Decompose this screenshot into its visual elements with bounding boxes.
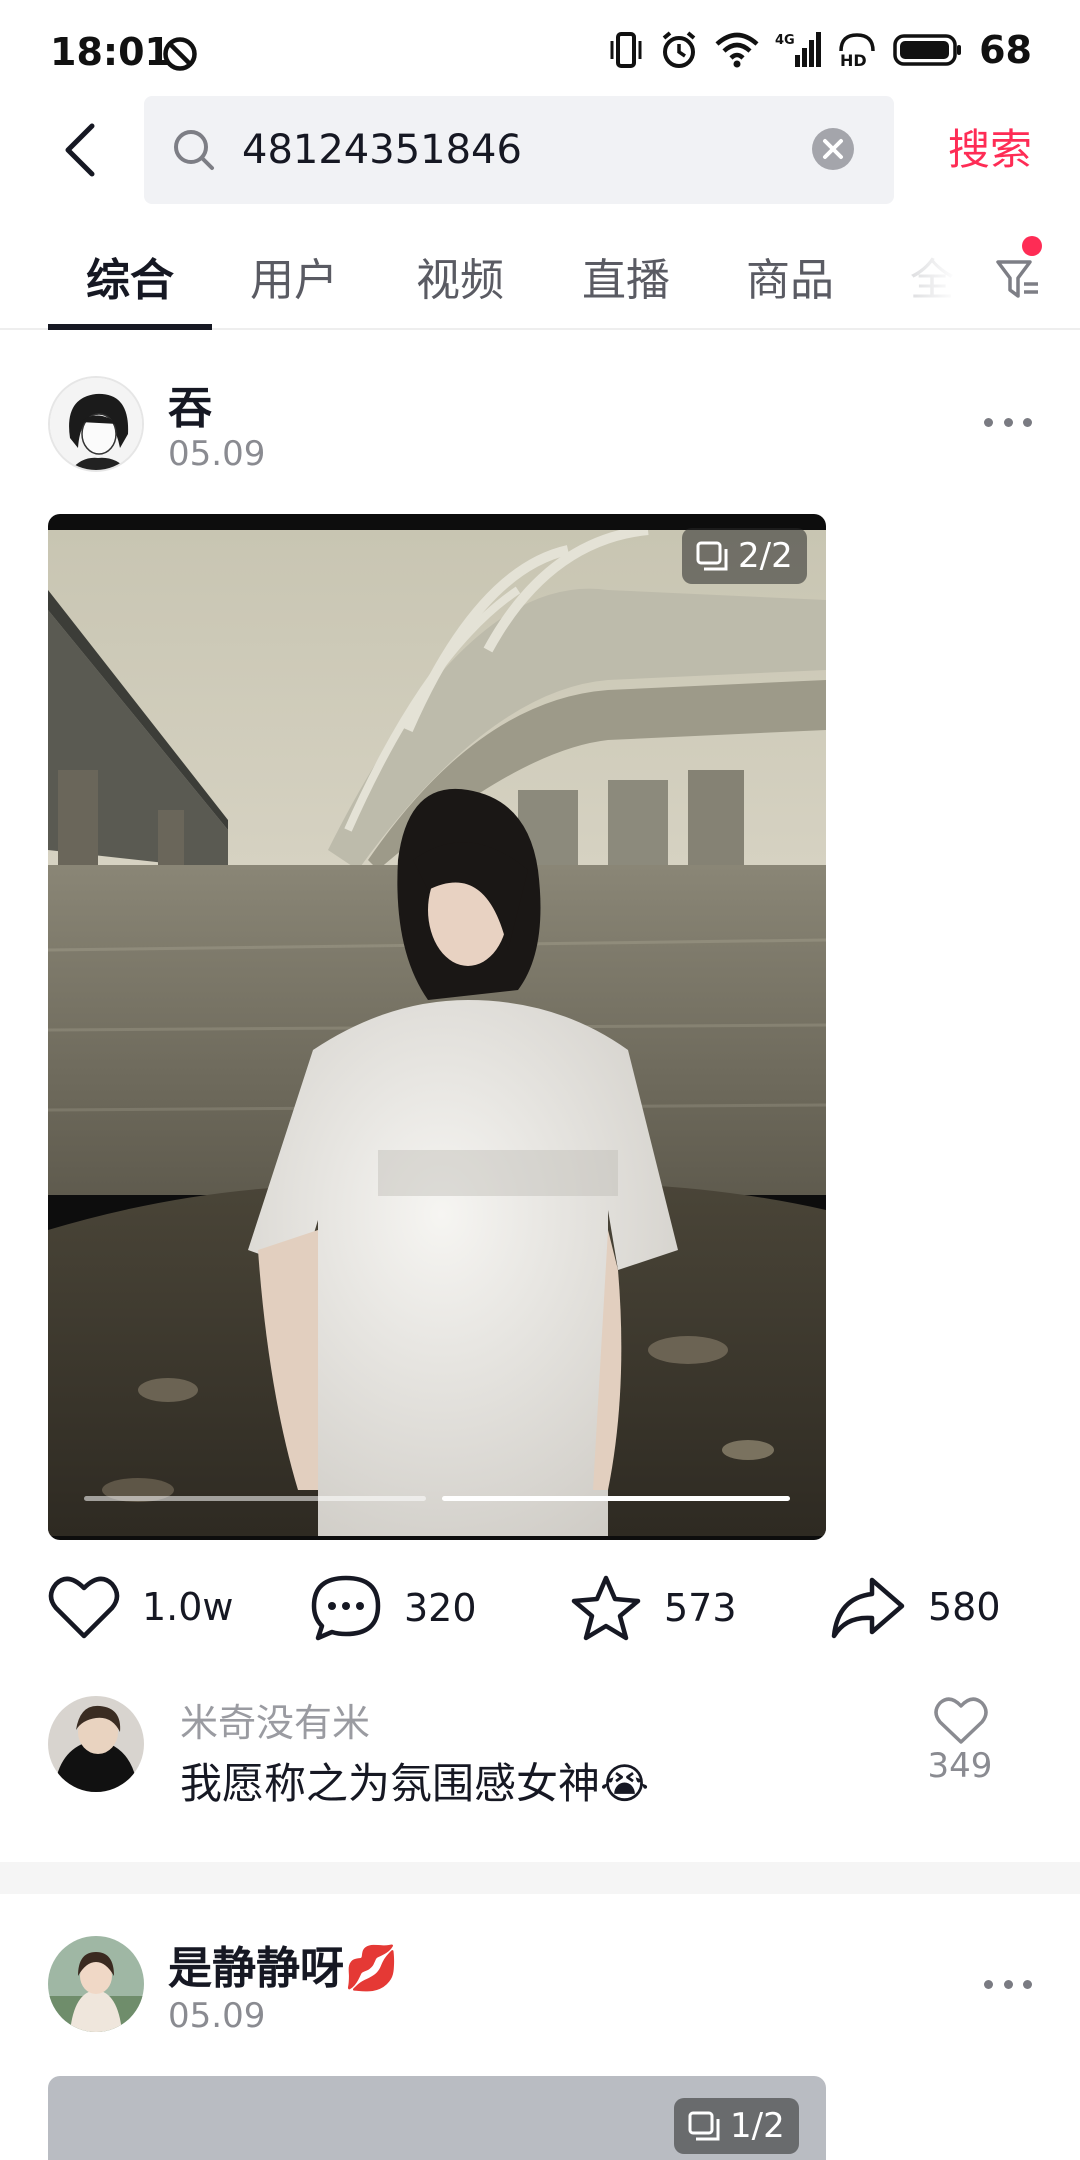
post-date: 05.09 xyxy=(168,434,266,474)
page-indicator: 2/2 xyxy=(682,528,807,584)
search-input[interactable] xyxy=(242,96,802,204)
progress-segment-1 xyxy=(84,1496,426,1501)
favorite-count: 573 xyxy=(664,1586,737,1630)
more-options-icon-2[interactable] xyxy=(984,1974,1032,1994)
share-count: 580 xyxy=(928,1585,1001,1629)
tab-products[interactable]: 商品 xyxy=(746,244,834,308)
lips-emoji: 💋 xyxy=(344,1943,399,1994)
filter-notification-dot xyxy=(1022,236,1042,256)
avatar-image-2 xyxy=(48,1936,144,2032)
comment-body: 我愿称之为氛围感女神 xyxy=(180,1759,601,1808)
favorite-action[interactable]: 573 xyxy=(570,1574,737,1642)
commenter-avatar-image xyxy=(48,1696,144,1792)
post-divider xyxy=(0,1862,1080,1894)
back-arrow-icon[interactable] xyxy=(56,118,112,182)
status-bar: 18:01 4G HD 68 xyxy=(0,0,1080,100)
hd-voice-icon: HD xyxy=(839,33,875,69)
tab-comprehensive[interactable]: 综合 xyxy=(86,244,174,308)
like-count: 1.0w xyxy=(142,1585,234,1629)
like-action[interactable]: 1.0w xyxy=(48,1574,234,1640)
crying-emoji: 😭 xyxy=(600,1759,650,1808)
tab-users[interactable]: 用户 xyxy=(250,244,338,308)
progress-segment-2 xyxy=(442,1496,790,1501)
battery-icon xyxy=(893,34,962,66)
author-name[interactable]: 吞 xyxy=(168,372,212,436)
tab-videos[interactable]: 视频 xyxy=(416,244,504,308)
status-icons: 4G HD 68 xyxy=(609,28,1032,72)
author-name-2[interactable]: 是静静呀💋 xyxy=(168,1932,399,1996)
post-photo xyxy=(48,530,826,1536)
commenter-name[interactable]: 米奇没有米 xyxy=(180,1692,370,1747)
alarm-icon xyxy=(662,31,696,68)
author-avatar[interactable] xyxy=(48,376,144,472)
comment-icon xyxy=(311,1575,381,1641)
search-icon xyxy=(174,130,214,170)
star-icon xyxy=(571,1575,641,1641)
avatar-image xyxy=(50,378,142,470)
carousel-progress xyxy=(84,1496,790,1502)
page-indicator-text: 2/2 xyxy=(738,536,793,576)
page-indicator-text-2: 1/2 xyxy=(730,2106,785,2146)
svg-text:4G: 4G xyxy=(775,33,795,48)
search-box[interactable] xyxy=(144,96,894,204)
commenter-avatar[interactable] xyxy=(48,1696,144,1792)
more-options-icon[interactable] xyxy=(984,412,1032,432)
post-date-2: 05.09 xyxy=(168,1996,266,2036)
search-tabs: 综合 用户 视频 直播 商品 全 xyxy=(0,232,1080,330)
share-arrow-icon xyxy=(831,1577,905,1639)
author-name-2-text: 是静静呀 xyxy=(168,1943,344,1994)
tab-live[interactable]: 直播 xyxy=(582,244,670,308)
multi-image-icon xyxy=(696,541,728,571)
comment-count: 320 xyxy=(404,1586,477,1630)
page-indicator-2: 1/2 xyxy=(674,2098,799,2154)
do-not-disturb-icon xyxy=(163,37,197,71)
cellular-signal-icon: 4G xyxy=(775,32,822,67)
comment-like-count: 349 xyxy=(927,1746,993,1786)
filter-icon[interactable] xyxy=(994,246,1044,308)
search-header: 搜索 xyxy=(0,96,1080,204)
author-avatar-2[interactable] xyxy=(48,1936,144,2032)
heart-icon xyxy=(48,1576,120,1639)
multi-image-icon-2 xyxy=(688,2111,720,2141)
svg-text:HD: HD xyxy=(840,51,867,69)
post-image-carousel[interactable]: 2/2 xyxy=(48,514,826,1540)
comment-like-icon[interactable] xyxy=(934,1696,988,1746)
comment-text: 我愿称之为氛围感女神😭 xyxy=(180,1750,649,1811)
clear-icon[interactable] xyxy=(810,126,856,172)
battery-level: 68 xyxy=(979,28,1032,72)
share-action[interactable]: 580 xyxy=(830,1574,1001,1640)
active-tab-indicator xyxy=(48,324,212,330)
status-time: 18:01 xyxy=(50,30,171,74)
vibrate-icon xyxy=(610,32,642,68)
post-image-carousel-2[interactable]: 1/2 xyxy=(48,2076,826,2160)
search-button[interactable]: 搜索 xyxy=(948,116,1032,184)
wifi-icon xyxy=(715,32,759,68)
comment-action[interactable]: 320 xyxy=(310,1574,477,1642)
post-actions: 1.0w 320 573 580 xyxy=(0,1574,1080,1654)
tab-fade xyxy=(880,232,990,328)
